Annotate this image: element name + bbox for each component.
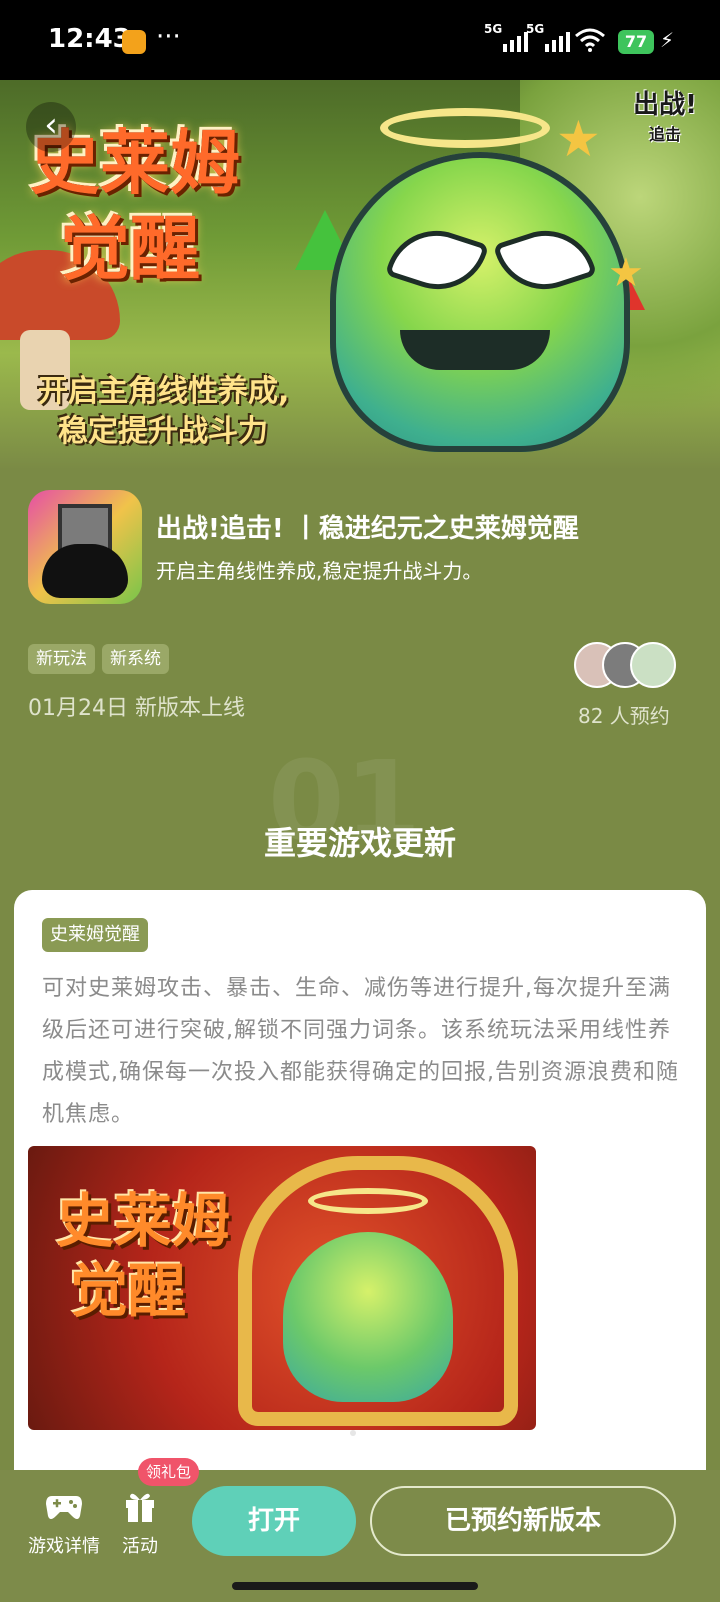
signal-label-2: 5G xyxy=(526,22,545,36)
chevron-left-icon: ‹ xyxy=(44,105,58,145)
reserved-new-version-button[interactable]: 已预约新版本 xyxy=(370,1486,676,1556)
tag-new-system: 新系统 xyxy=(102,644,169,674)
tag-new-gameplay: 新玩法 xyxy=(28,644,95,674)
banner-halo xyxy=(380,108,550,148)
slime-art xyxy=(283,1232,453,1402)
nav-game-details[interactable]: 游戏详情 xyxy=(24,1488,104,1558)
open-button[interactable]: 打开 xyxy=(192,1486,356,1556)
feature-image-title: 史莱姆 觉醒 xyxy=(56,1186,230,1326)
nav-activity-label: 活动 xyxy=(122,1536,158,1557)
cell-signal-icon-2: 5G xyxy=(526,22,570,52)
battery-icon: 77 xyxy=(618,30,654,54)
logo-line2: 追击 xyxy=(648,125,681,144)
avatar xyxy=(630,642,676,688)
section-title: 重要游戏更新 xyxy=(263,824,456,862)
game-app-icon[interactable] xyxy=(28,490,142,604)
gamepad-icon xyxy=(46,1496,82,1519)
carousel-dot xyxy=(350,1430,356,1436)
slime-blob-icon xyxy=(42,544,128,598)
back-button[interactable]: ‹ xyxy=(26,102,76,152)
slime-mouth xyxy=(400,330,550,370)
reserver-avatars[interactable] xyxy=(574,642,684,692)
banner-slogan-line2: 稳定提升战斗力 xyxy=(58,414,268,449)
banner-slime-character xyxy=(330,152,630,452)
banner-slogan: 开启主角线性养成, 稳定提升战斗力 xyxy=(38,372,289,452)
banner-slogan-line1: 开启主角线性养成, xyxy=(38,374,290,409)
notification-app-icon xyxy=(122,30,146,54)
art-title-line2: 觉醒 xyxy=(70,1257,187,1325)
feature-description: 可对史莱姆攻击、暴击、生命、减伤等进行提升,每次提升至满级后还可进行突破,解锁不… xyxy=(42,976,679,1127)
cell-signal-icon: 5G xyxy=(484,22,528,52)
game-title: 出战!追击! 丨稳进纪元之史莱姆觉醒 xyxy=(156,514,579,544)
game-logo-mark: 出战! 追击 xyxy=(620,90,710,150)
status-more-icon: ··· xyxy=(156,22,181,52)
feature-tag: 史莱姆觉醒 xyxy=(42,918,148,952)
reserve-count: 82 人预约 xyxy=(578,704,670,728)
gift-badge[interactable]: 领礼包 xyxy=(138,1458,200,1486)
home-indicator[interactable] xyxy=(232,1582,478,1590)
charging-icon: ⚡ xyxy=(660,28,675,52)
star-icon: ★ xyxy=(556,110,601,168)
banner-title-line2: 觉醒 xyxy=(60,208,200,290)
status-bar: 12:43 ··· 5G 5G 77 ⚡ xyxy=(0,0,720,80)
art-title-line1: 史莱姆 xyxy=(56,1187,231,1255)
hero-banner: ★ ★ 史莱姆 觉醒 开启主角线性养成, 稳定提升战斗力 ‹ 出战! 追击 xyxy=(0,80,720,470)
update-card: 史莱姆觉醒 可对史莱姆攻击、暴击、生命、减伤等进行提升,每次提升至满级后还可进行… xyxy=(14,890,706,1490)
logo-line1: 出战! xyxy=(633,90,697,120)
halo-art xyxy=(308,1188,428,1214)
game-subtitle: 开启主角线性养成,稳定提升战斗力。 xyxy=(156,559,483,583)
status-time: 12:43 xyxy=(48,24,131,54)
gift-icon xyxy=(126,1493,154,1522)
signal-label: 5G xyxy=(484,22,503,36)
star-icon: ★ xyxy=(608,250,644,296)
wifi-icon xyxy=(575,28,605,52)
release-date: 01月24日 新版本上线 xyxy=(28,696,245,721)
feature-image[interactable]: 史莱姆 觉醒 xyxy=(28,1146,536,1430)
nav-activity[interactable]: 活动 xyxy=(100,1488,180,1558)
nav-game-details-label: 游戏详情 xyxy=(28,1536,100,1557)
